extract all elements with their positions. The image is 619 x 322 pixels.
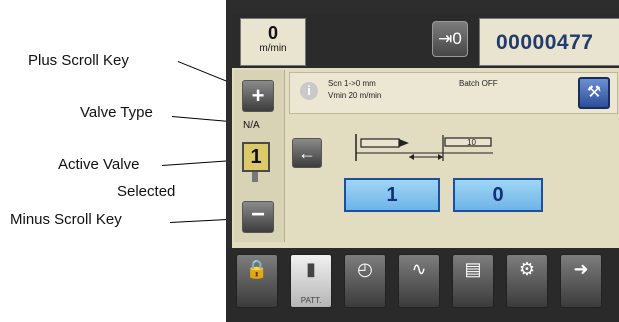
- speed-display: 0 m/min: [240, 18, 306, 66]
- active-valve-indicator[interactable]: 1: [242, 142, 270, 172]
- wave-icon: ∿: [411, 259, 427, 279]
- valve-stem-icon: [252, 172, 258, 182]
- value-field-1[interactable]: 1: [344, 178, 440, 212]
- speed-value: 0: [267, 23, 278, 43]
- speed-unit: m/min: [259, 43, 287, 54]
- io-icon: ▤: [464, 259, 482, 279]
- info-line-2: Vmin 20 m/min: [328, 91, 382, 100]
- tab-gauge[interactable]: ◴: [344, 254, 386, 308]
- tab-pattern[interactable]: ▮ PATT.: [290, 254, 332, 308]
- minus-scroll-button[interactable]: −: [242, 201, 274, 233]
- counter-display: 00000477: [479, 18, 619, 66]
- tab-label: PATT.: [300, 296, 322, 305]
- pattern-diagram: 10: [355, 134, 493, 161]
- tab-next[interactable]: ➜: [560, 254, 602, 308]
- back-button[interactable]: ←: [292, 138, 322, 168]
- io-icon: ⇥0: [438, 29, 462, 48]
- tab-wave[interactable]: ∿: [398, 254, 440, 308]
- lock-icon: 🔒: [245, 259, 269, 279]
- tab-io[interactable]: ▤: [452, 254, 494, 308]
- active-valve-callout-line1: Active Valve: [58, 156, 140, 173]
- pattern-icon: ▮: [306, 259, 316, 279]
- gauge-icon: ◴: [357, 259, 373, 279]
- valve-type-callout: Valve Type: [80, 104, 153, 121]
- value-field-2[interactable]: 0: [453, 178, 543, 212]
- minus-scroll-key-callout: Minus Scroll Key: [10, 211, 122, 228]
- valve-type-value: N/A: [243, 120, 260, 131]
- plus-scroll-key-callout: Plus Scroll Key: [28, 52, 129, 69]
- arrow-right-icon: ➜: [573, 259, 589, 279]
- gear-icon: ⚙: [518, 259, 536, 279]
- batch-status: Batch OFF: [459, 79, 498, 88]
- counter-value: 00000477: [496, 31, 594, 54]
- info-line-1: Scn 1->0 mm: [328, 79, 376, 88]
- info-icon: i: [300, 82, 318, 100]
- wrench-button[interactable]: ⚒: [578, 77, 610, 109]
- io-button[interactable]: ⇥0: [432, 21, 468, 57]
- arrow-left-icon: ←: [298, 143, 316, 163]
- pattern-length-label: 10: [467, 138, 476, 147]
- tab-settings[interactable]: ⚙: [506, 254, 548, 308]
- wrench-icon: ⚒: [586, 84, 602, 101]
- plus-scroll-button[interactable]: +: [242, 80, 274, 112]
- tab-lock[interactable]: 🔒: [236, 254, 278, 308]
- active-valve-callout-line2: Selected: [117, 183, 176, 200]
